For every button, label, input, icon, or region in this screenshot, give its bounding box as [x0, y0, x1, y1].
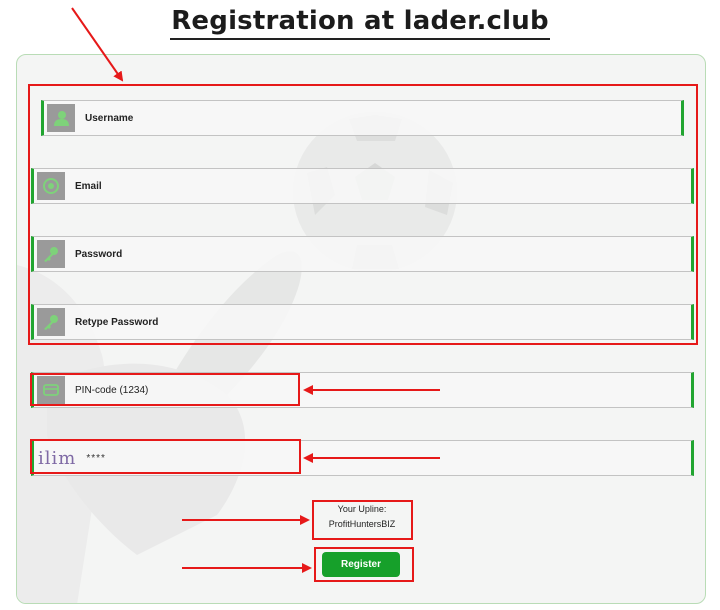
key-icon: [37, 308, 65, 336]
register-button[interactable]: Register: [322, 552, 400, 577]
key-icon: [37, 240, 65, 268]
card-icon: [37, 376, 65, 404]
email-field[interactable]: Email: [31, 168, 694, 204]
pin-code-field[interactable]: PIN-code (1234): [31, 372, 694, 408]
password-placeholder: Password: [75, 248, 123, 260]
page-title: Registration at lader.club: [170, 6, 550, 40]
captcha-text: ilim: [38, 447, 77, 469]
email-placeholder: Email: [75, 180, 102, 192]
retype-password-placeholder: Retype Password: [75, 316, 159, 328]
upline-info: Your Upline: ProfitHuntersBIZ: [313, 502, 411, 532]
captcha-field[interactable]: ilim ****: [31, 440, 694, 476]
at-icon: [37, 172, 65, 200]
pin-code-placeholder: PIN-code (1234): [75, 384, 149, 396]
captcha-input[interactable]: ****: [86, 453, 106, 464]
captcha-image: ilim: [38, 448, 76, 469]
retype-password-field[interactable]: Retype Password: [31, 304, 694, 340]
username-field[interactable]: Username: [41, 100, 684, 136]
page-title-wrap: Registration at lader.club: [0, 6, 720, 40]
upline-name: ProfitHuntersBIZ: [328, 519, 396, 529]
password-field[interactable]: Password: [31, 236, 694, 272]
user-icon: [47, 104, 75, 132]
username-placeholder: Username: [85, 112, 134, 124]
upline-label: Your Upline:: [337, 504, 387, 514]
